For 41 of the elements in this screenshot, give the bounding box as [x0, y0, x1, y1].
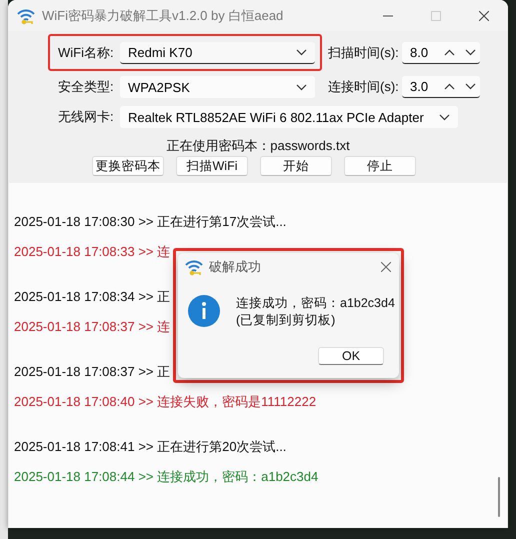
close-icon[interactable]	[381, 262, 391, 272]
chevron-up-icon[interactable]	[444, 83, 455, 90]
field-label: 安全类型:	[58, 78, 115, 96]
wifi-key-icon	[16, 6, 36, 24]
close-icon[interactable]	[479, 10, 489, 20]
dictionary-status: 正在使用密码本：passwords.txt	[166, 138, 350, 153]
window-title: WiFi密码暴力破解工具v1.2.0 by 白恒aead	[42, 6, 284, 24]
number-spinner[interactable]: 3.0	[402, 76, 480, 98]
field-label: 扫描时间(s):	[328, 44, 400, 62]
chevron-down-icon[interactable]	[296, 48, 307, 56]
chevron-down-icon[interactable]	[296, 84, 307, 90]
toolbar-button[interactable]: 更换密码本	[92, 156, 164, 176]
chevron-down-icon[interactable]	[439, 114, 450, 120]
log-line: 2025-01-18 17:08:34 >> 正	[14, 288, 170, 306]
toolbar-button[interactable]: 开始	[260, 156, 332, 176]
log-line: 2025-01-18 17:08:37 >> 正	[14, 363, 170, 381]
toolbar-button[interactable]: 扫描WiFi	[176, 156, 248, 176]
log-line: 2025-01-18 17:08:44 >> 连接成功，密码：a1b2c3d4	[14, 468, 318, 486]
dropdown-field[interactable]: Redmi K70	[120, 42, 315, 64]
field-label: WiFi名称:	[58, 44, 115, 62]
log-line: 2025-01-18 17:08:37 >> 连	[14, 318, 170, 336]
ok-button[interactable]: OK	[318, 347, 384, 365]
log-line: 2025-01-18 17:08:33 >> 连	[14, 243, 170, 261]
field-label: 连接时间(s):	[328, 78, 400, 96]
dialog-note: (已复制到剪切板)	[236, 312, 336, 329]
dialog-title: 破解成功	[209, 258, 261, 276]
number-spinner[interactable]: 8.0	[402, 42, 480, 64]
chevron-down-icon[interactable]	[465, 83, 476, 90]
chevron-down-icon[interactable]	[465, 48, 476, 56]
wifi-key-icon	[184, 258, 204, 276]
log-line: 2025-01-18 17:08:30 >> 正在进行第17次尝试...	[14, 213, 286, 231]
dropdown-field[interactable]: WPA2PSK	[120, 76, 315, 98]
log-line: 2025-01-18 17:08:40 >> 连接失败，密码是11112222	[14, 393, 316, 411]
dialog-message: 连接成功，密码：a1b2c3d4	[236, 295, 395, 312]
chevron-up-icon[interactable]	[444, 48, 455, 56]
toolbar-button[interactable]: 停止	[344, 156, 416, 176]
info-icon	[188, 295, 220, 327]
field-label: 无线网卡:	[58, 108, 115, 126]
dropdown-field[interactable]: Realtek RTL8852AE WiFi 6 802.11ax PCIe Adapter	[120, 106, 458, 128]
log-line: 2025-01-18 17:08:41 >> 正在进行第20次尝试...	[14, 438, 286, 456]
scrollbar-thumb[interactable]	[498, 477, 500, 517]
